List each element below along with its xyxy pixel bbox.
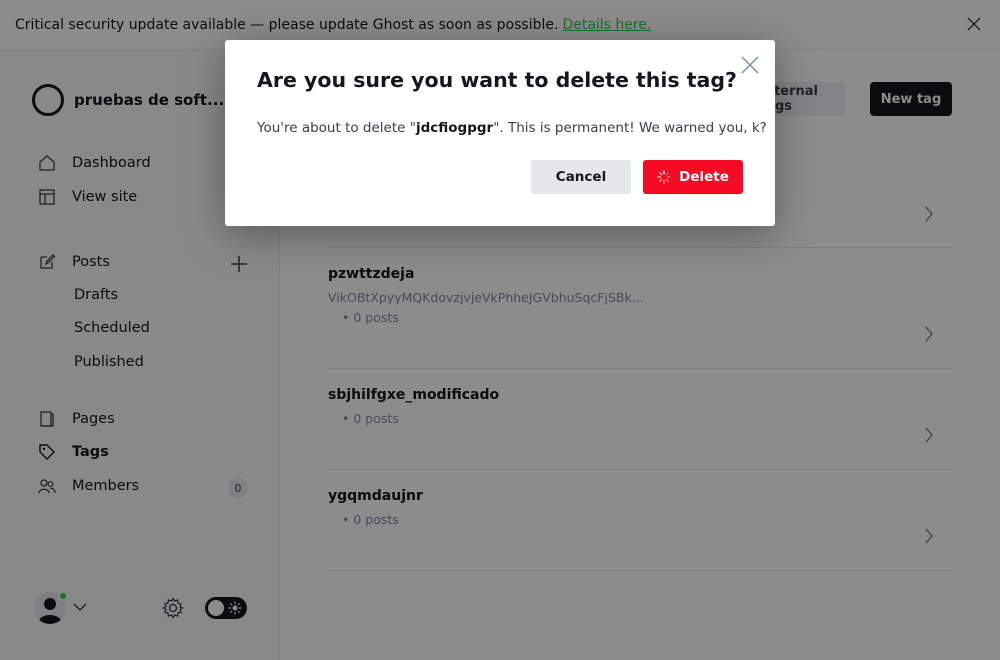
modal-title: Are you sure you want to delete this tag… <box>257 68 737 92</box>
cancel-button[interactable]: Cancel <box>531 160 631 194</box>
modal-message: You're about to delete "jdcfiogpgr". Thi… <box>257 120 767 136</box>
tag-name-highlight: jdcfiogpgr <box>415 120 494 136</box>
message-suffix: ". This is permanent! We warned you, k? <box>493 120 767 136</box>
delete-button-label: Delete <box>679 169 729 185</box>
spinner-icon <box>657 170 671 184</box>
message-prefix: You're about to delete " <box>257 120 416 136</box>
delete-tag-modal: Are you sure you want to delete this tag… <box>225 40 775 226</box>
delete-button[interactable]: Delete <box>643 160 743 194</box>
close-icon[interactable] <box>741 56 759 74</box>
